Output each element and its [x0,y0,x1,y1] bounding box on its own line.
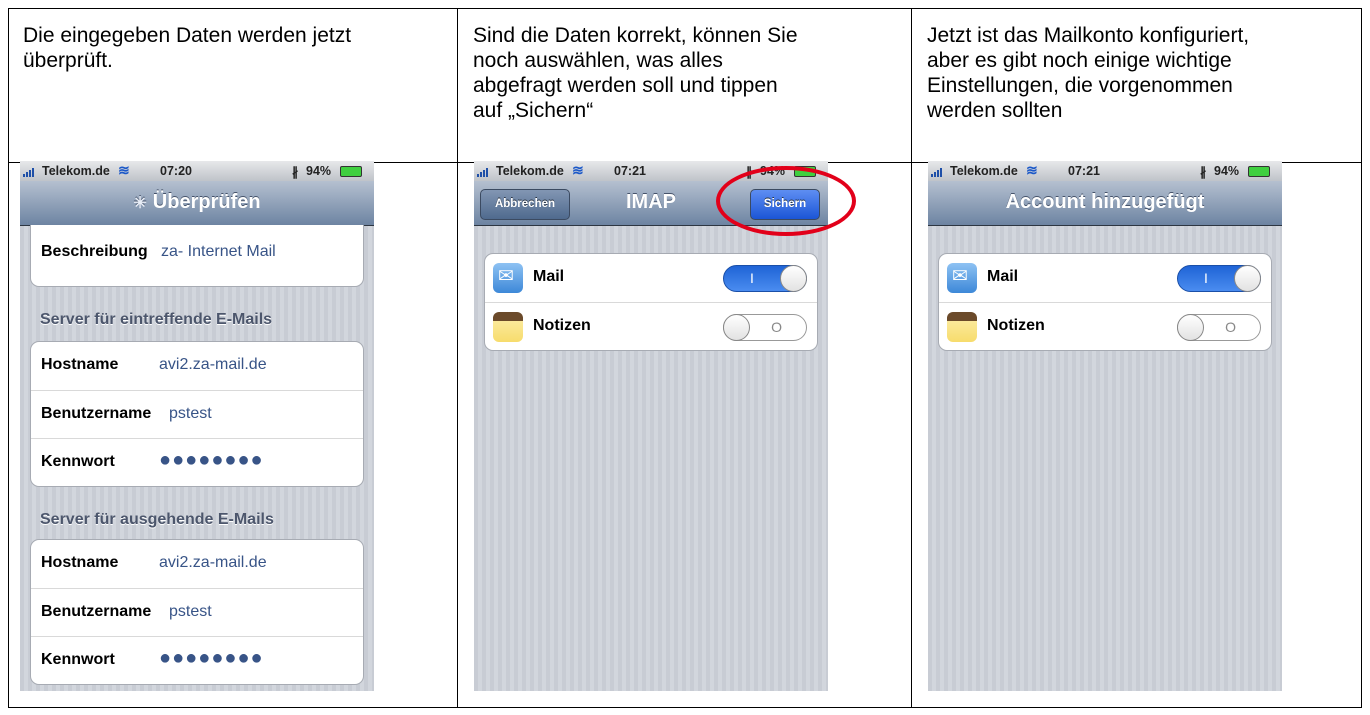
navigation-bar: ✳ Überprüfen [20,181,374,226]
bluetooth-icon: ∦ [292,165,299,179]
row-label: Hostname [41,356,119,373]
mail-toggle[interactable]: I [1177,265,1261,292]
highlight-circle [716,166,856,236]
services-group: Mail I Notizen O [484,253,818,351]
status-bar: Telekom.de ≋ 07:21 ∦ 94% [928,161,1282,181]
signal-icon [931,167,947,177]
services-group: Mail I Notizen O [938,253,1272,351]
battery-percent: 94% [1214,164,1240,178]
step3-line: werden sollten [927,99,1063,122]
mail-row: Mail I [939,254,1271,302]
toggle-mark: O [1225,319,1236,335]
clock: 07:21 [614,164,646,178]
row-value: za- Internet Mail [161,243,276,260]
carrier-label: Telekom.de [950,164,1018,178]
row-value: avi2.za-mail.de [159,554,267,571]
username-row[interactable]: Benutzername pstest [31,390,363,439]
hostname-row[interactable]: Hostname avi2.za-mail.de [31,342,363,390]
step1-line: Die eingegeben Daten werden jetzt [23,24,352,47]
toggle-mark: I [750,270,754,286]
wifi-icon: ≋ [572,162,584,178]
outgoing-section-header: Server für ausgehende E-Mails [40,511,274,528]
outgoing-server-group: Hostname avi2.za-mail.de Benutzername ps… [30,539,364,685]
nav-title-text: Überprüfen [152,191,261,213]
mail-toggle[interactable]: I [723,265,807,292]
row-label: Notizen [533,317,591,334]
toggle-knob [1177,314,1204,341]
battery-icon [340,166,362,177]
row-value: pstest [169,405,212,422]
description-group: Beschreibung za- Internet Mail [30,225,364,287]
wifi-icon: ≋ [118,162,130,178]
incoming-section-header: Server für eintreffende E-Mails [40,311,273,328]
mail-row: Mail I [485,254,817,302]
row-label: Mail [533,268,565,285]
phone-screenshot-account-added: Telekom.de ≋ 07:21 ∦ 94% Account hinzuge… [928,161,1282,691]
step1-text: Die eingegeben Daten werden jetzt überpr… [23,23,351,73]
step3-text: Jetzt ist das Mailkonto konfiguriert, ab… [927,23,1249,123]
toggle-mark: I [1204,270,1208,286]
row-label: Kennwort [41,651,115,668]
row-label: Mail [987,268,1019,285]
phone-screenshot-imap: Telekom.de ≋ 07:21 ∦ 94% Abbrechen IMAP … [474,161,828,691]
mail-icon [947,263,977,293]
notes-toggle[interactable]: O [723,314,807,341]
spinner-icon: ✳ [133,195,147,212]
mail-icon [493,263,523,293]
notes-row: Notizen O [939,302,1271,350]
phone-screenshot-verify: Telekom.de ≋ 07:20 ∦ 94% ✳ Überprüfen Bes… [20,161,374,691]
carrier-label: Telekom.de [42,164,110,178]
wifi-icon: ≋ [1026,162,1038,178]
password-dots: ●●●●●●●● [159,449,264,471]
notes-icon [493,312,523,342]
column-divider [457,9,458,707]
carrier-label: Telekom.de [496,164,564,178]
step1-line: überprüft. [23,49,113,72]
step3-line: Einstellungen, die vorgenommen [927,74,1233,97]
hostname-row[interactable]: Hostname avi2.za-mail.de [31,540,363,588]
row-label: Benutzername [41,603,152,620]
signal-icon [23,167,39,177]
clock: 07:20 [160,164,192,178]
toggle-knob [780,265,807,292]
nav-title: ✳ Überprüfen [20,191,374,214]
notes-row: Notizen O [485,302,817,350]
row-label: Kennwort [41,453,115,470]
navigation-bar: Account hinzugefügt [928,181,1282,226]
username-row[interactable]: Benutzername pstest [31,588,363,637]
incoming-server-group: Hostname avi2.za-mail.de Benutzername ps… [30,341,364,487]
description-row[interactable]: Beschreibung za- Internet Mail [31,229,363,277]
toggle-mark: O [771,319,782,335]
row-value: avi2.za-mail.de [159,356,267,373]
notes-icon [947,312,977,342]
row-label: Benutzername [41,405,152,422]
password-row[interactable]: Kennwort ●●●●●●●● [31,636,363,684]
step2-text: Sind die Daten korrekt, können Sie noch … [473,23,798,123]
column-divider [911,9,912,707]
toggle-knob [1234,265,1261,292]
step2-line: auf „Sichern“ [473,99,594,122]
row-label: Beschreibung [41,243,148,260]
row-label: Hostname [41,554,119,571]
signal-icon [477,167,493,177]
password-row[interactable]: Kennwort ●●●●●●●● [31,438,363,486]
step3-line: aber es gibt noch einige wichtige [927,49,1232,72]
row-value: pstest [169,603,212,620]
step2-line: abgefragt werden soll und tippen [473,74,778,97]
status-bar: Telekom.de ≋ 07:20 ∦ 94% [20,161,374,181]
battery-percent: 94% [306,164,332,178]
bluetooth-icon: ∦ [1200,165,1207,179]
nav-title: Account hinzugefügt [1005,191,1205,213]
notes-toggle[interactable]: O [1177,314,1261,341]
clock: 07:21 [1068,164,1100,178]
row-label: Notizen [987,317,1045,334]
toggle-knob [723,314,750,341]
step2-line: noch auswählen, was alles [473,49,723,72]
password-dots: ●●●●●●●● [159,647,264,669]
battery-icon [1248,166,1270,177]
step3-line: Jetzt ist das Mailkonto konfiguriert, [927,24,1250,47]
step2-line: Sind die Daten korrekt, können Sie [473,24,798,47]
